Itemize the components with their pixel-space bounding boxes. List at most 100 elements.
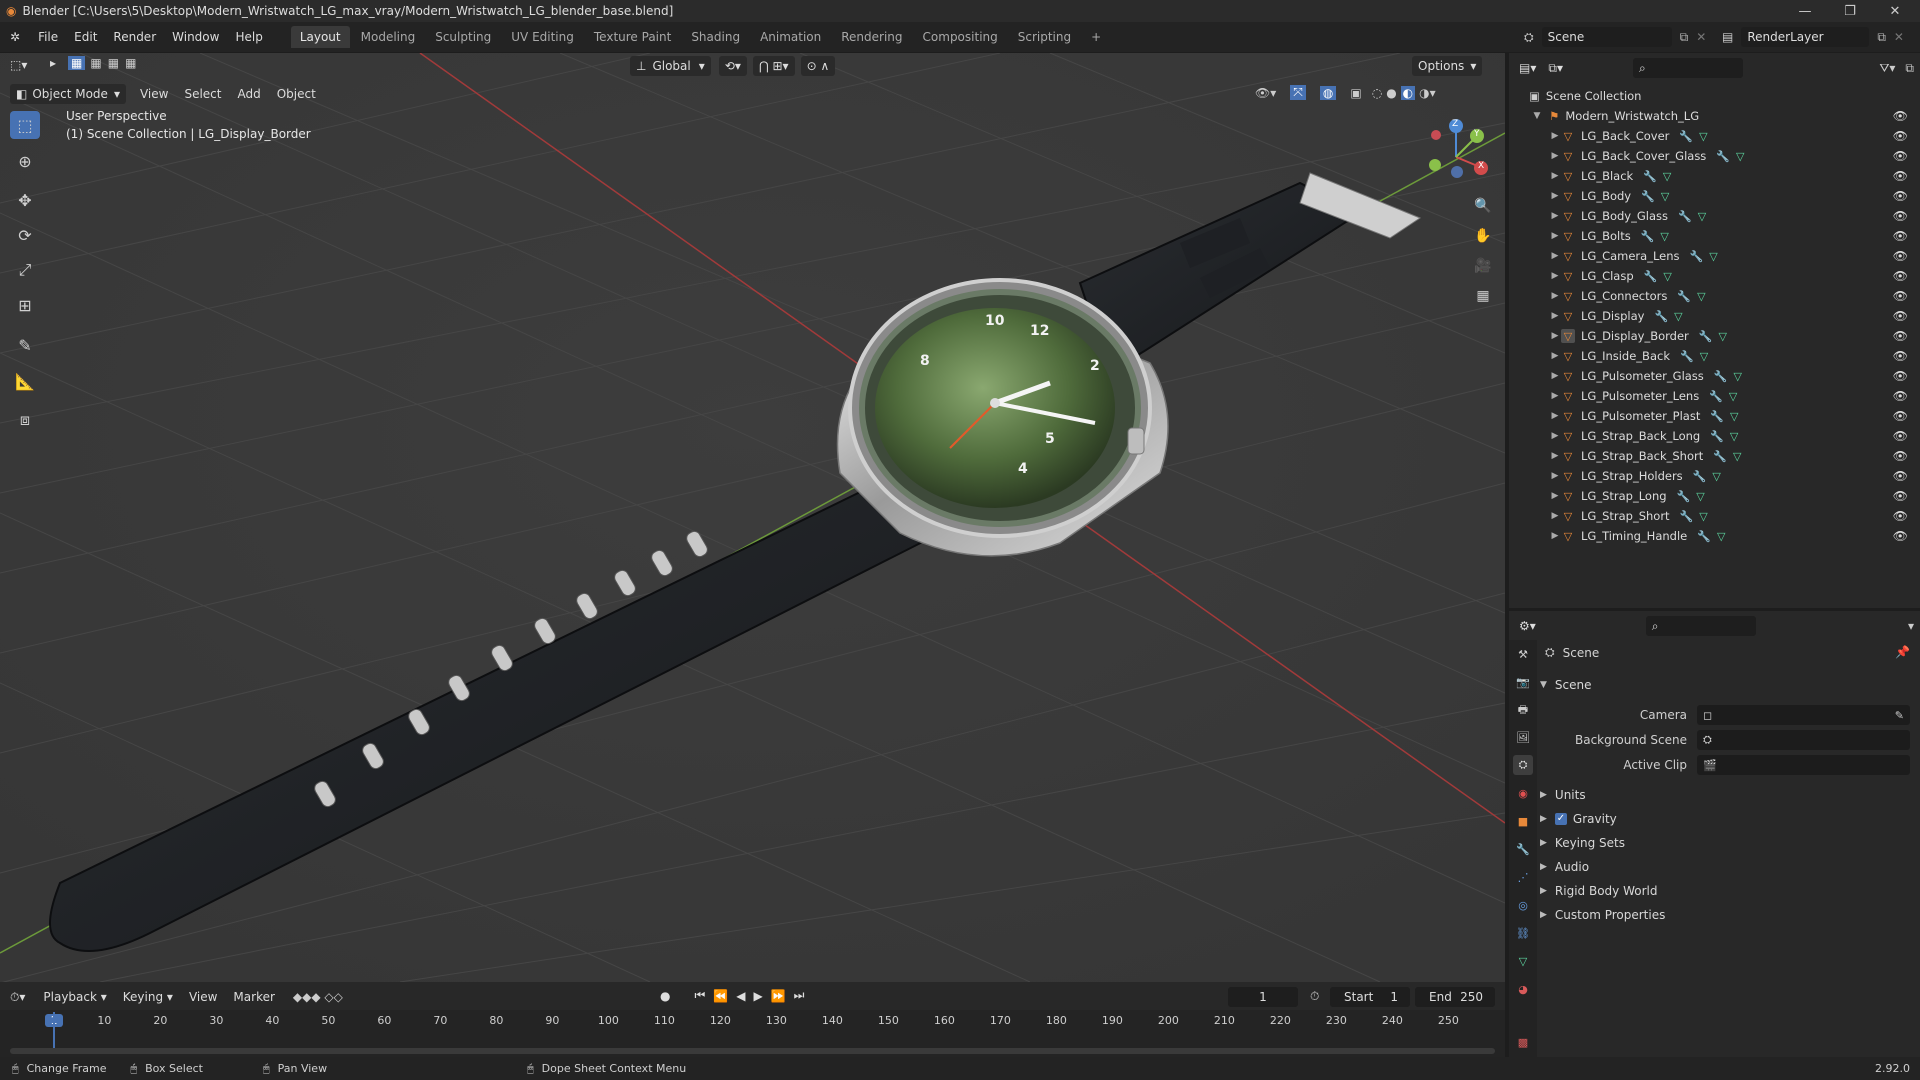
tab-modeling[interactable]: Modeling: [352, 26, 425, 48]
mesh-data-icon[interactable]: ▽: [1709, 250, 1717, 263]
outliner-object-row[interactable]: ▶ ▽ LG_Strap_Short 🔧 ▽ 👁: [1509, 506, 1920, 526]
tab-modifiers-icon[interactable]: 🔧: [1513, 839, 1533, 859]
collapse-icon[interactable]: ▼: [1531, 111, 1543, 121]
expand-icon[interactable]: ▶: [1549, 131, 1561, 141]
new-collection-icon[interactable]: ⧉: [1905, 61, 1914, 76]
keyframe-icons[interactable]: ◆◆◆ ◇◇: [293, 990, 343, 1004]
tab-constraints-icon[interactable]: ⛓: [1513, 923, 1533, 943]
eye-icon[interactable]: 👁: [1893, 389, 1908, 403]
expand-icon[interactable]: ▶: [1549, 191, 1561, 201]
timeline-menu-keying[interactable]: Keying ▾: [115, 990, 181, 1004]
tab-layout[interactable]: Layout: [290, 26, 350, 48]
prev-keyframe-icon[interactable]: ⏪: [713, 989, 728, 1003]
mesh-data-icon[interactable]: ▽: [1699, 510, 1707, 523]
eye-icon[interactable]: 👁: [1893, 449, 1908, 463]
outliner-object-row[interactable]: ▶ ▽ LG_Bolts 🔧 ▽ 👁: [1509, 226, 1920, 246]
select-intersect-icon[interactable]: ▦: [122, 56, 139, 70]
expand-icon[interactable]: ▶: [1549, 431, 1561, 441]
outliner-object-row[interactable]: ▶ ▽ LG_Body 🔧 ▽ 👁: [1509, 186, 1920, 206]
background-scene-field[interactable]: ⛭: [1697, 730, 1910, 750]
rendered-shading-icon[interactable]: ◑▾: [1419, 86, 1436, 100]
expand-icon[interactable]: ▶: [1549, 271, 1561, 281]
outliner-object-row[interactable]: ▶ ▽ LG_Strap_Back_Long 🔧 ▽ 👁: [1509, 426, 1920, 446]
eye-icon[interactable]: 👁: [1893, 269, 1908, 283]
mesh-data-icon[interactable]: ▽: [1712, 470, 1720, 483]
outliner-object-row[interactable]: ▶ ▽ LG_Body_Glass 🔧 ▽ 👁: [1509, 206, 1920, 226]
eye-icon[interactable]: 👁: [1893, 409, 1908, 423]
outliner-object-row[interactable]: ▶ ▽ LG_Strap_Long 🔧 ▽ 👁: [1509, 486, 1920, 506]
mesh-data-icon[interactable]: ▽: [1697, 290, 1705, 303]
eye-icon[interactable]: 👁: [1893, 369, 1908, 383]
eye-icon[interactable]: 👁: [1893, 329, 1908, 343]
eye-icon[interactable]: 👁: [1893, 509, 1908, 523]
display-mode-icon[interactable]: ⧉▾: [1548, 61, 1563, 76]
editor-type-selector[interactable]: ⬚▾: [10, 58, 27, 72]
expand-icon[interactable]: ▶: [1549, 391, 1561, 401]
tab-tool-icon[interactable]: ⚒: [1513, 644, 1533, 664]
play-icon[interactable]: ▶: [753, 989, 762, 1003]
mesh-data-icon[interactable]: ▽: [1717, 530, 1725, 543]
solid-shading-icon[interactable]: ●: [1386, 86, 1396, 100]
modifier-icon[interactable]: 🔧: [1677, 490, 1691, 503]
outliner-root[interactable]: ▣ Scene Collection: [1509, 86, 1920, 106]
menu-edit[interactable]: Edit: [66, 30, 105, 44]
add-workspace-button[interactable]: +: [1082, 26, 1110, 48]
outliner-object-row[interactable]: ▶ ▽ LG_Inside_Back 🔧 ▽ 👁: [1509, 346, 1920, 366]
jump-start-icon[interactable]: ⏮: [694, 988, 705, 1003]
start-frame-field[interactable]: Start 1: [1330, 987, 1410, 1007]
modifier-icon[interactable]: 🔧: [1643, 170, 1657, 183]
eye-icon[interactable]: 👁: [1893, 529, 1908, 543]
modifier-icon[interactable]: 🔧: [1680, 510, 1694, 523]
renderlayer-selector[interactable]: ▤ RenderLayer ⧉ ✕: [1722, 27, 1904, 47]
outliner-object-row[interactable]: ▶ ▽ LG_Strap_Back_Short 🔧 ▽ 👁: [1509, 446, 1920, 466]
mesh-data-icon[interactable]: ▽: [1660, 230, 1668, 243]
expand-icon[interactable]: ▶: [1549, 211, 1561, 221]
tab-particles-icon[interactable]: ⋰: [1513, 867, 1533, 887]
active-clip-field[interactable]: 🎬: [1697, 755, 1910, 775]
tab-data-icon[interactable]: ▽: [1513, 951, 1533, 971]
ortho-toggle-button[interactable]: ▦: [1470, 283, 1496, 309]
properties-section[interactable]: ▶ Rigid Body World: [1540, 881, 1657, 901]
zoom-button[interactable]: 🔍: [1470, 193, 1496, 219]
expand-icon[interactable]: ▶: [1549, 151, 1561, 161]
modifier-icon[interactable]: 🔧: [1679, 130, 1693, 143]
tab-compositing[interactable]: Compositing: [914, 26, 1007, 48]
delete-renderlayer-icon[interactable]: ✕: [1894, 30, 1904, 44]
new-scene-icon[interactable]: ⧉: [1680, 30, 1689, 45]
menu-help[interactable]: Help: [227, 30, 270, 44]
modifier-icon[interactable]: 🔧: [1709, 390, 1723, 403]
modifier-icon[interactable]: 🔧: [1714, 370, 1728, 383]
eye-icon[interactable]: 👁: [1893, 189, 1908, 203]
mesh-data-icon[interactable]: ▽: [1663, 270, 1671, 283]
viewport-menu-object[interactable]: Object: [269, 87, 324, 101]
pivot-dropdown[interactable]: ⟲▾: [718, 56, 747, 76]
annotate-tool[interactable]: ✎: [10, 331, 40, 359]
mesh-data-icon[interactable]: ▽: [1696, 490, 1704, 503]
modifier-icon[interactable]: 🔧: [1641, 190, 1655, 203]
properties-section[interactable]: ▶ Audio: [1540, 857, 1589, 877]
menu-window[interactable]: Window: [164, 30, 227, 44]
cursor-tool[interactable]: ⊕: [10, 147, 40, 175]
tab-texture-icon[interactable]: ▩: [1513, 1032, 1533, 1052]
tab-rendering[interactable]: Rendering: [832, 26, 911, 48]
filter-icon[interactable]: ⛛▾: [1879, 61, 1895, 76]
select-tool-icon[interactable]: ▸: [50, 56, 56, 70]
mesh-data-icon[interactable]: ▽: [1730, 430, 1738, 443]
rotate-tool[interactable]: ⟳: [10, 221, 40, 249]
snap-dropdown[interactable]: ⋂ ⊞▾: [752, 56, 795, 76]
record-icon[interactable]: ●: [660, 989, 670, 1003]
camera-view-button[interactable]: 🎥: [1470, 253, 1496, 279]
viewport-menu-select[interactable]: Select: [176, 87, 229, 101]
eye-icon[interactable]: 👁: [1893, 469, 1908, 483]
select-subtract-icon[interactable]: ▦: [105, 56, 122, 70]
gravity-checkbox[interactable]: ✓: [1554, 813, 1567, 825]
mesh-data-icon[interactable]: ▽: [1698, 210, 1706, 223]
modifier-icon[interactable]: 🔧: [1644, 270, 1658, 283]
mesh-data-icon[interactable]: ▽: [1699, 130, 1707, 143]
expand-icon[interactable]: ▶: [1549, 231, 1561, 241]
navigation-gizmo[interactable]: Z Y X: [1420, 115, 1500, 190]
outliner-search-input[interactable]: ⌕: [1632, 58, 1743, 78]
mesh-data-icon[interactable]: ▽: [1661, 190, 1669, 203]
modifier-icon[interactable]: 🔧: [1693, 470, 1707, 483]
preview-range-icon[interactable]: ⏱: [1310, 989, 1319, 1004]
